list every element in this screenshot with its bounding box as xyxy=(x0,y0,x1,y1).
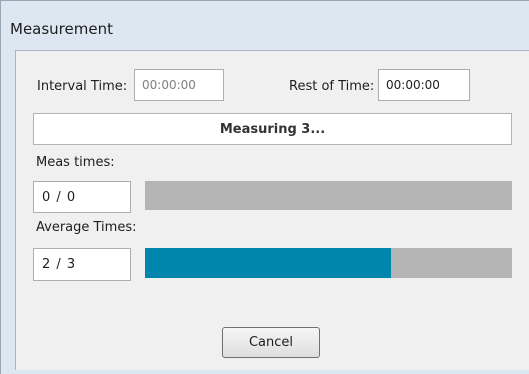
rest-of-time-field[interactable]: 00:00:00 xyxy=(378,69,470,101)
cancel-button[interactable]: Cancel xyxy=(222,327,320,358)
meas-times-label: Meas times: xyxy=(36,155,115,170)
average-times-label: Average Times: xyxy=(36,220,137,235)
interval-time-field[interactable]: 00:00:00 xyxy=(134,69,224,101)
rest-of-time-label: Rest of Time: xyxy=(289,79,375,94)
measurement-dialog: Measurement Interval Time: 00:00:00 Rest… xyxy=(0,0,529,374)
average-times-progress-bar xyxy=(145,248,512,278)
status-text: Measuring 3... xyxy=(33,113,512,145)
window-title: Measurement xyxy=(10,20,113,38)
interval-time-label: Interval Time: xyxy=(37,79,128,94)
meas-times-count: 0 / 0 xyxy=(33,181,131,213)
average-times-count: 2 / 3 xyxy=(33,248,131,281)
meas-times-progress-bar xyxy=(145,181,512,210)
average-times-progress-fill xyxy=(145,248,391,278)
